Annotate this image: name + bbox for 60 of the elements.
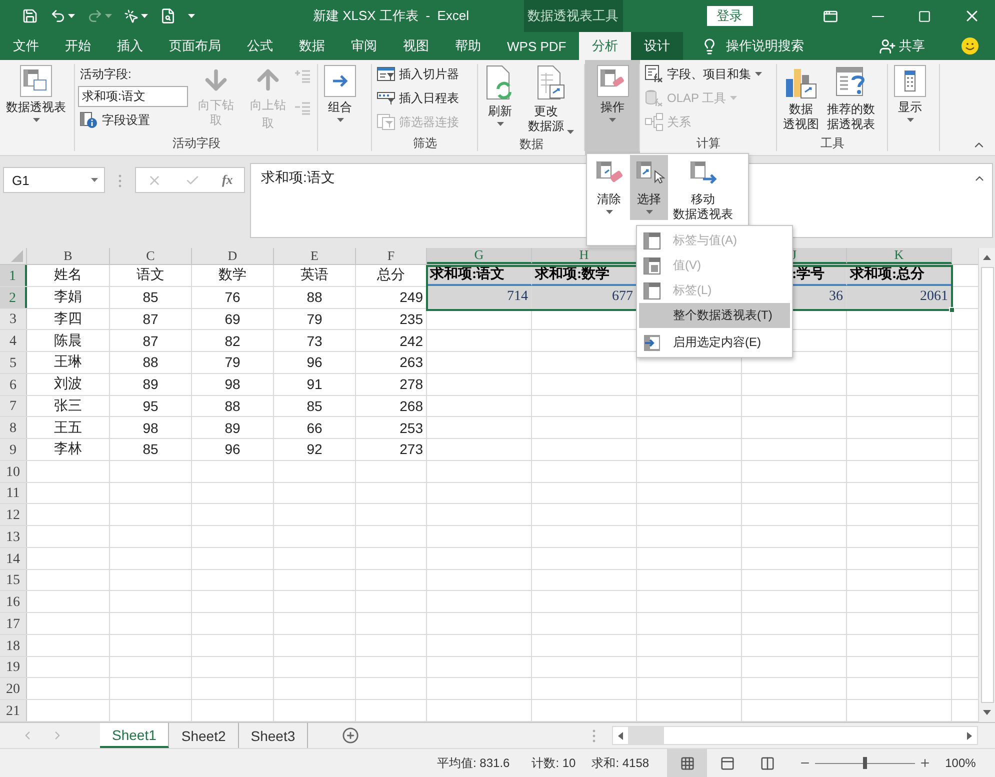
pivot-value-cell: 714 xyxy=(427,286,532,308)
table-cell: 235 xyxy=(356,308,427,330)
table-cell: 88 xyxy=(110,352,192,373)
table-cell: 82 xyxy=(192,330,274,351)
table-cell: 92 xyxy=(274,439,356,460)
table-cell: 王琳 xyxy=(27,352,110,373)
table-cell: 89 xyxy=(110,374,192,394)
table-cell: 79 xyxy=(192,352,274,373)
group-label: 筛选 xyxy=(413,135,437,152)
table-cell: 数学 xyxy=(192,265,274,286)
table-cell: 张三 xyxy=(27,396,110,416)
table-cell: 253 xyxy=(356,417,427,438)
table-cell: 91 xyxy=(274,374,356,394)
pivot-value-cell: 2061 xyxy=(847,286,952,308)
table-cell: 85 xyxy=(110,286,192,308)
table-cell: 85 xyxy=(274,396,356,416)
table-cell: 242 xyxy=(356,330,427,351)
table-cell: 88 xyxy=(274,286,356,308)
table-cell: 89 xyxy=(192,417,274,438)
table-cell: 姓名 xyxy=(27,265,110,286)
table-cell: 268 xyxy=(356,396,427,416)
table-cell: 96 xyxy=(192,439,274,460)
table-cell: 王五 xyxy=(27,417,110,438)
table-cell: 98 xyxy=(192,374,274,394)
table-cell: 263 xyxy=(356,352,427,373)
pivot-value-cell: 677 xyxy=(532,286,637,308)
table-cell: 85 xyxy=(110,439,192,460)
status-count: 计数: 10 xyxy=(532,754,576,772)
status-average: 平均值: 831.6 xyxy=(437,754,510,772)
table-cell: 79 xyxy=(274,308,356,330)
status-sum: 求和: 4158 xyxy=(592,754,650,772)
table-cell: 95 xyxy=(110,396,192,416)
table-cell: 273 xyxy=(356,439,427,460)
group-label: 工具 xyxy=(820,135,844,152)
table-cell: 249 xyxy=(356,286,427,308)
table-cell: 总分 xyxy=(356,265,427,286)
table-cell: 98 xyxy=(110,417,192,438)
table-cell: 刘波 xyxy=(27,374,110,394)
window-title: 新建 XLSX 工作表 - Excel xyxy=(313,7,470,25)
group-label: 数据 xyxy=(520,136,544,153)
table-cell: 278 xyxy=(356,374,427,394)
table-cell: 96 xyxy=(274,352,356,373)
contextual-tab-label: 数据透视表工具 xyxy=(524,0,623,32)
table-cell: 69 xyxy=(192,308,274,330)
table-cell: 76 xyxy=(192,286,274,308)
table-cell: 语文 xyxy=(110,265,192,286)
table-cell: 88 xyxy=(192,396,274,416)
table-cell: 73 xyxy=(274,330,356,351)
table-cell: 陈晨 xyxy=(27,330,110,351)
field-caption: 活动字段: xyxy=(79,66,132,83)
table-cell: 87 xyxy=(110,330,192,351)
group-label: 计算 xyxy=(696,135,720,152)
table-cell: 李娟 xyxy=(27,286,110,308)
table-cell: 87 xyxy=(110,308,192,330)
table-cell: 英语 xyxy=(274,265,356,286)
group-label: 活动字段 xyxy=(172,135,220,152)
table-cell: 李四 xyxy=(27,308,110,330)
zoom-level: 100% xyxy=(945,756,976,770)
table-cell: 66 xyxy=(274,417,356,438)
table-cell: 李林 xyxy=(27,439,110,460)
